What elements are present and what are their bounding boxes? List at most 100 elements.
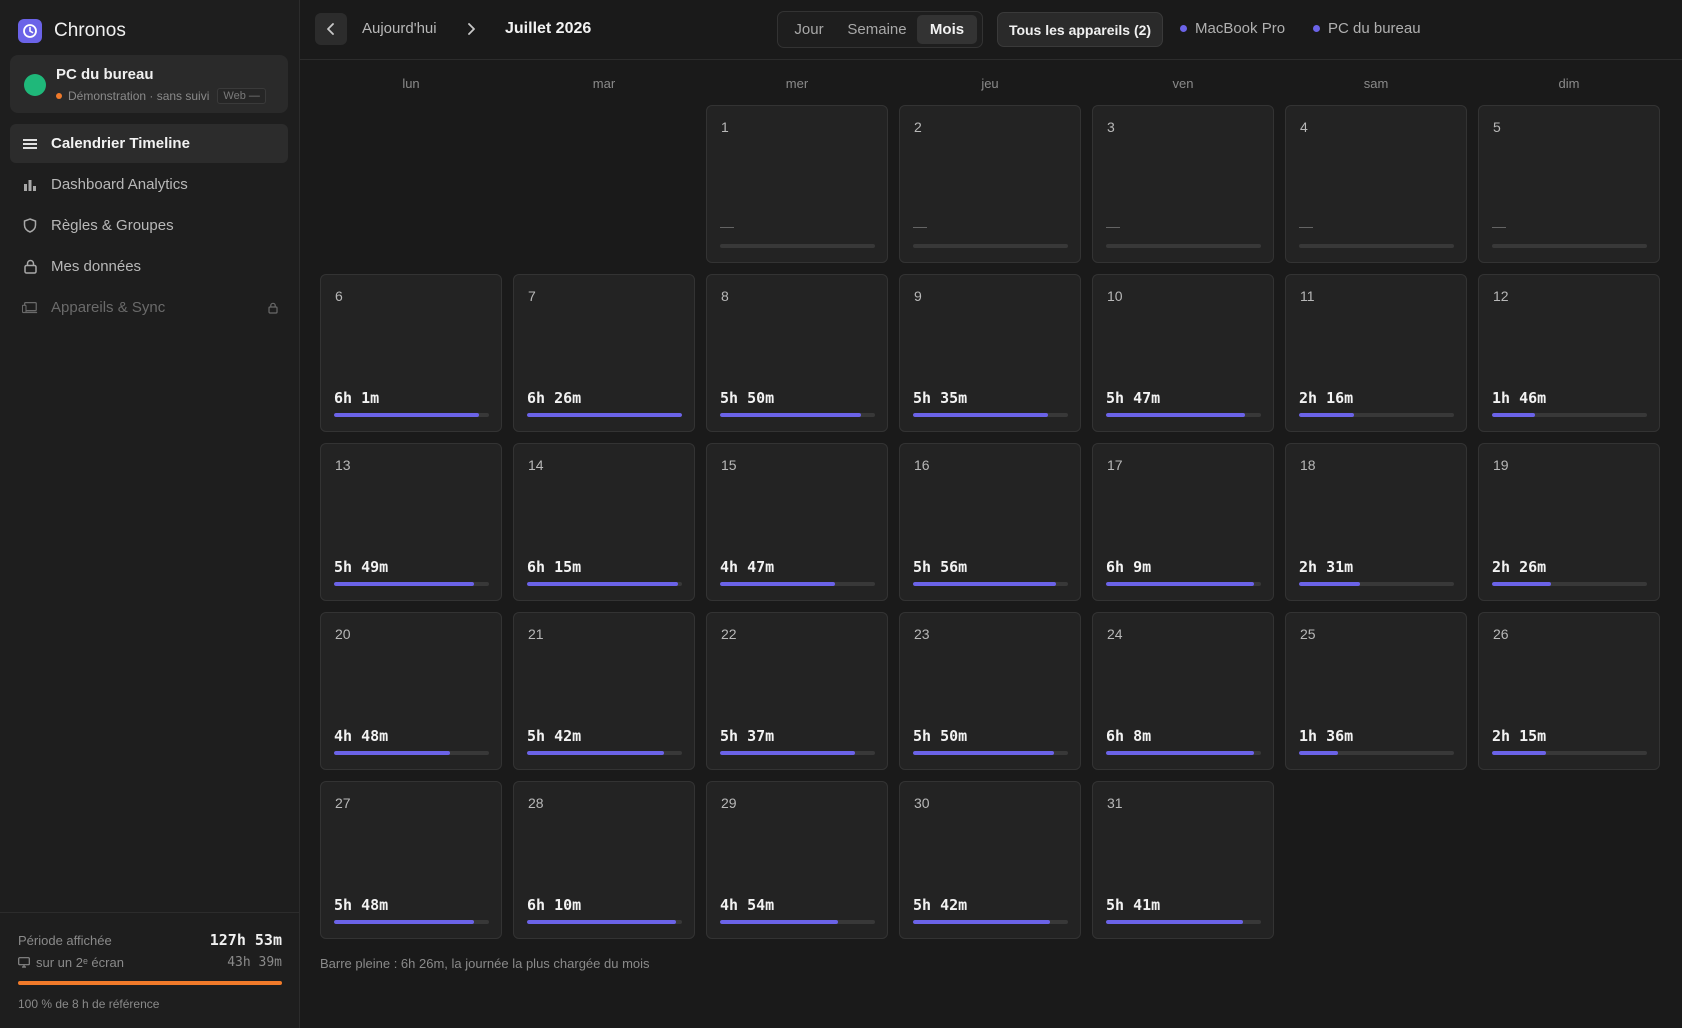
day-duration: 1h 36m bbox=[1299, 727, 1354, 745]
day-usage-bar bbox=[720, 920, 875, 924]
day-cell[interactable]: 10 5h 47m bbox=[1092, 274, 1274, 432]
day-cell[interactable]: 4— bbox=[1285, 105, 1467, 263]
day-duration: 4h 54m bbox=[720, 896, 775, 914]
day-cell[interactable]: 28 6h 10m bbox=[513, 781, 695, 939]
sidebar-item-my-data[interactable]: Mes données bbox=[10, 247, 288, 286]
day-number: 4 bbox=[1300, 119, 1308, 135]
day-cell[interactable]: 30 5h 42m bbox=[899, 781, 1081, 939]
view-day-button[interactable]: Jour bbox=[781, 15, 837, 44]
device-filter-label: MacBook Pro bbox=[1195, 20, 1286, 37]
reference-note: 100 % de 8 h de référence bbox=[18, 997, 160, 1011]
day-duration: 2h 15m bbox=[1492, 727, 1547, 745]
day-cell[interactable]: 21 5h 42m bbox=[513, 612, 695, 770]
day-cell[interactable]: 22 5h 37m bbox=[706, 612, 888, 770]
brand[interactable]: Chronos bbox=[18, 18, 126, 44]
day-cell[interactable]: 12 1h 46m bbox=[1478, 274, 1660, 432]
day-cell[interactable]: 24 6h 8m bbox=[1092, 612, 1274, 770]
day-usage-bar bbox=[334, 751, 489, 755]
day-cell[interactable]: 13 5h 49m bbox=[320, 443, 502, 601]
day-usage-bar bbox=[334, 582, 489, 586]
day-cell[interactable]: 7 6h 26m bbox=[513, 274, 695, 432]
current-device-card[interactable]: PC du bureau Démonstration · sans suivi … bbox=[10, 55, 288, 113]
day-number: 8 bbox=[721, 288, 729, 304]
sidebar-item-rules-groups[interactable]: Règles & Groupes bbox=[10, 206, 288, 245]
day-empty-placeholder: — bbox=[1492, 218, 1506, 234]
view-week-button[interactable]: Semaine bbox=[837, 15, 917, 44]
period-total: 127h 53m bbox=[209, 931, 282, 949]
devices-icon bbox=[22, 300, 38, 316]
day-duration: 2h 16m bbox=[1299, 389, 1354, 407]
day-number: 2 bbox=[914, 119, 922, 135]
device-filter-pc[interactable]: PC du bureau bbox=[1313, 20, 1421, 37]
bar-legend-note: Barre pleine : 6h 26m, la journée la plu… bbox=[320, 956, 650, 971]
today-button[interactable]: Aujourd'hui bbox=[362, 20, 437, 37]
day-cell[interactable]: 3— bbox=[1092, 105, 1274, 263]
day-cell[interactable]: 14 6h 15m bbox=[513, 443, 695, 601]
day-cell[interactable]: 2— bbox=[899, 105, 1081, 263]
device-filter-macbook[interactable]: MacBook Pro bbox=[1180, 20, 1285, 37]
all-devices-filter[interactable]: Tous les appareils (2) bbox=[997, 12, 1163, 47]
day-duration: 4h 48m bbox=[334, 727, 389, 745]
next-month-button[interactable] bbox=[455, 13, 487, 45]
day-duration: 5h 50m bbox=[720, 389, 775, 407]
day-cell[interactable]: 8 5h 50m bbox=[706, 274, 888, 432]
day-number: 21 bbox=[528, 626, 544, 642]
day-cell[interactable]: 20 4h 48m bbox=[320, 612, 502, 770]
day-cell[interactable]: 23 5h 50m bbox=[899, 612, 1081, 770]
day-cell[interactable]: 6 6h 1m bbox=[320, 274, 502, 432]
sidebar: Chronos PC du bureau Démonstration · san… bbox=[0, 0, 300, 1028]
day-number: 25 bbox=[1300, 626, 1316, 642]
day-number: 16 bbox=[914, 457, 930, 473]
day-usage-bar-fill bbox=[913, 751, 1054, 755]
sidebar-item-calendar-timeline[interactable]: Calendrier Timeline bbox=[10, 124, 288, 163]
day-cell[interactable]: 11 2h 16m bbox=[1285, 274, 1467, 432]
day-cell[interactable]: 27 5h 48m bbox=[320, 781, 502, 939]
device-filter-label: PC du bureau bbox=[1328, 20, 1421, 37]
locked-icon bbox=[268, 301, 278, 318]
day-usage-bar bbox=[913, 751, 1068, 755]
day-usage-bar bbox=[913, 582, 1068, 586]
day-number: 13 bbox=[335, 457, 351, 473]
web-badge: Web — bbox=[217, 88, 266, 104]
sidebar-item-devices-sync[interactable]: Appareils & Sync bbox=[10, 288, 288, 327]
day-cell[interactable]: 15 4h 47m bbox=[706, 443, 888, 601]
day-duration: 6h 8m bbox=[1106, 727, 1152, 745]
day-cell[interactable]: 17 6h 9m bbox=[1092, 443, 1274, 601]
period-label: Période affichée bbox=[18, 933, 112, 948]
day-number: 3 bbox=[1107, 119, 1115, 135]
day-usage-bar-fill bbox=[527, 413, 682, 417]
day-usage-bar-fill bbox=[527, 920, 676, 924]
device-name: PC du bureau bbox=[56, 66, 154, 83]
day-cell[interactable]: 1— bbox=[706, 105, 888, 263]
day-empty-placeholder: — bbox=[1106, 218, 1120, 234]
day-usage-bar bbox=[1299, 413, 1454, 417]
second-screen-label: sur un 2ᵉ écran bbox=[36, 955, 124, 970]
sidebar-item-dashboard-analytics[interactable]: Dashboard Analytics bbox=[10, 165, 288, 204]
day-cell[interactable]: 29 4h 54m bbox=[706, 781, 888, 939]
day-number: 23 bbox=[914, 626, 930, 642]
day-usage-bar-fill bbox=[720, 751, 855, 755]
day-cell[interactable]: 18 2h 31m bbox=[1285, 443, 1467, 601]
day-cell[interactable]: 19 2h 26m bbox=[1478, 443, 1660, 601]
day-number: 9 bbox=[914, 288, 922, 304]
day-usage-bar-fill bbox=[913, 413, 1048, 417]
day-usage-bar-fill bbox=[1106, 751, 1254, 755]
second-screen-row: sur un 2ᵉ écran 43h 39m bbox=[18, 955, 282, 970]
day-usage-bar-fill bbox=[334, 751, 450, 755]
monitor-icon bbox=[18, 957, 30, 968]
previous-month-button[interactable] bbox=[315, 13, 347, 45]
weekday-label: mer bbox=[785, 76, 809, 91]
day-duration: 5h 49m bbox=[334, 558, 389, 576]
day-number: 27 bbox=[335, 795, 351, 811]
day-cell[interactable]: 5— bbox=[1478, 105, 1660, 263]
day-cell[interactable]: 16 5h 56m bbox=[899, 443, 1081, 601]
day-usage-bar-fill bbox=[1299, 751, 1338, 755]
view-month-button[interactable]: Mois bbox=[917, 15, 977, 44]
day-cell[interactable]: 31 5h 41m bbox=[1092, 781, 1274, 939]
day-usage-bar bbox=[1492, 244, 1647, 248]
day-cell[interactable]: 25 1h 36m bbox=[1285, 612, 1467, 770]
day-cell[interactable]: 26 2h 15m bbox=[1478, 612, 1660, 770]
clock-icon bbox=[18, 19, 42, 43]
day-cell[interactable]: 9 5h 35m bbox=[899, 274, 1081, 432]
chevron-left-icon bbox=[327, 23, 334, 35]
